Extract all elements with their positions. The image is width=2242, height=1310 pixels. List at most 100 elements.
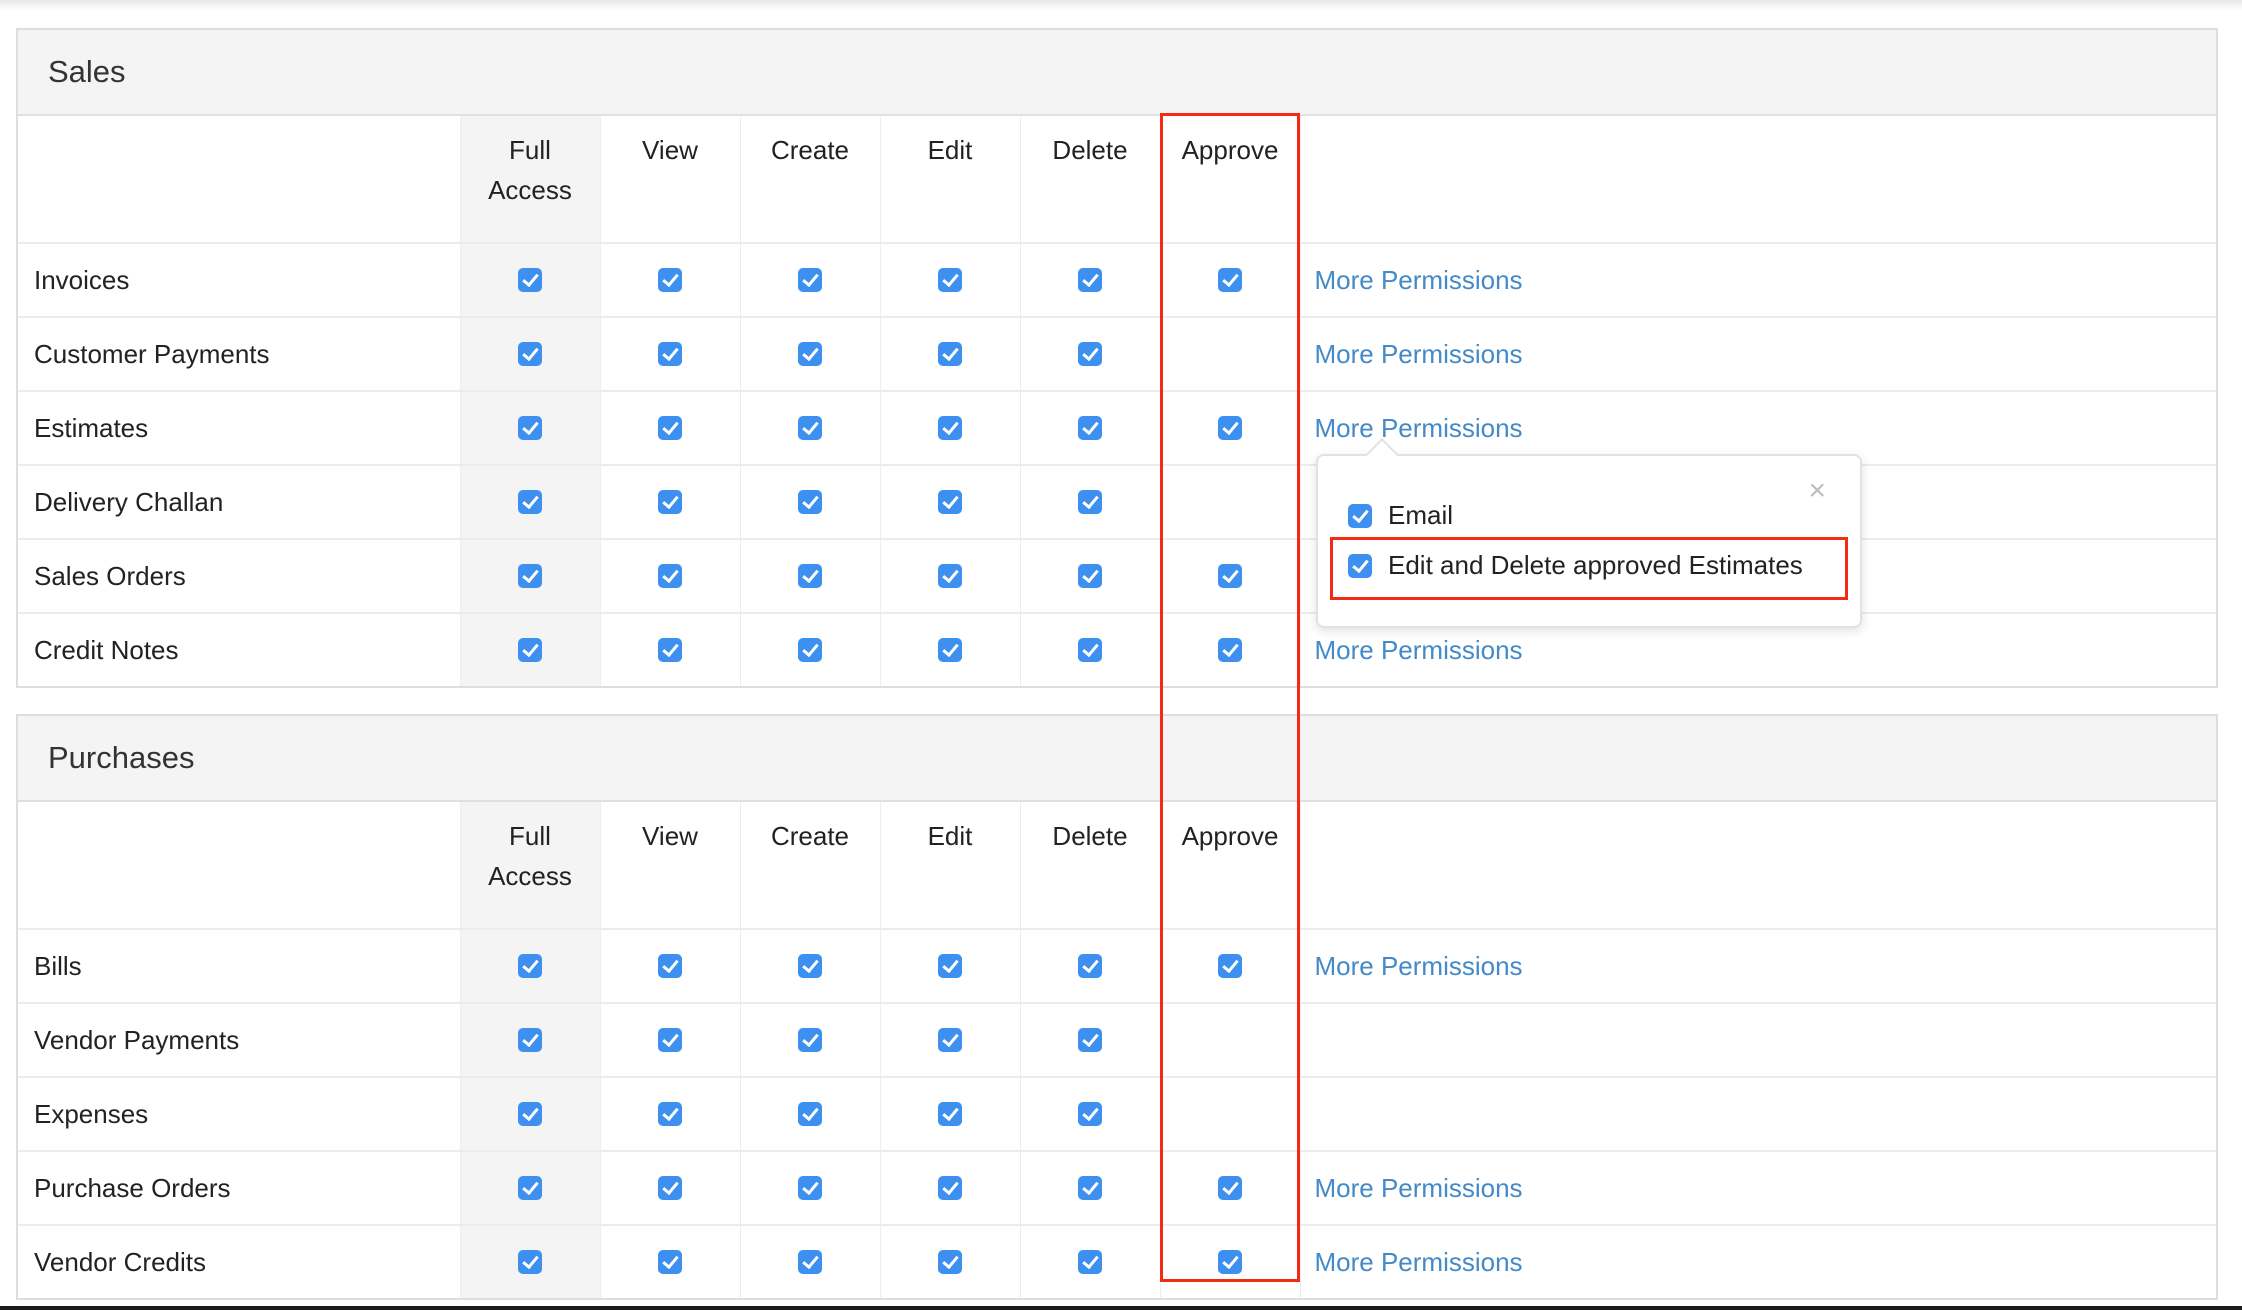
checkbox-edit[interactable] bbox=[938, 564, 962, 588]
cell-view bbox=[599, 928, 740, 1003]
checkbox-create[interactable] bbox=[798, 1176, 822, 1200]
more-permissions-link[interactable]: More Permissions bbox=[1315, 339, 1523, 369]
checkbox-edit[interactable] bbox=[938, 490, 962, 514]
row-label: Estimates bbox=[18, 390, 460, 465]
checkbox-full[interactable] bbox=[518, 1028, 542, 1052]
checkbox-view[interactable] bbox=[658, 954, 682, 978]
checkbox-view[interactable] bbox=[658, 638, 682, 662]
cell-approve bbox=[1159, 1224, 1300, 1298]
checkbox-view[interactable] bbox=[658, 1176, 682, 1200]
checkbox-delete[interactable] bbox=[1078, 638, 1102, 662]
checkbox-view[interactable] bbox=[658, 1250, 682, 1274]
cell-approve bbox=[1159, 1002, 1300, 1077]
desktop-background bbox=[0, 1306, 2242, 1310]
header-blank bbox=[18, 116, 460, 243]
checkbox-edit[interactable] bbox=[938, 638, 962, 662]
section-title: Sales bbox=[18, 30, 2216, 116]
checkbox-edit[interactable] bbox=[938, 1028, 962, 1052]
checkbox-create[interactable] bbox=[798, 638, 822, 662]
checkbox-approve[interactable] bbox=[1218, 1176, 1242, 1200]
cell-approve bbox=[1159, 1150, 1300, 1225]
more-permissions-link[interactable]: More Permissions bbox=[1315, 1247, 1523, 1277]
more-permissions-link[interactable]: More Permissions bbox=[1315, 635, 1523, 665]
checkbox-full[interactable] bbox=[518, 1102, 542, 1126]
checkbox-delete[interactable] bbox=[1078, 1250, 1102, 1274]
checkbox-view[interactable] bbox=[658, 1102, 682, 1126]
checkbox-full[interactable] bbox=[518, 1250, 542, 1274]
checkbox-delete[interactable] bbox=[1078, 416, 1102, 440]
cell-approve bbox=[1159, 928, 1300, 1003]
checkbox-full[interactable] bbox=[518, 268, 542, 292]
checkbox-create[interactable] bbox=[798, 416, 822, 440]
checkbox-edit[interactable] bbox=[938, 1250, 962, 1274]
checkbox-create[interactable] bbox=[798, 1028, 822, 1052]
cell-edit bbox=[879, 1002, 1020, 1077]
more-permissions-link[interactable]: More Permissions bbox=[1315, 951, 1523, 981]
checkbox-view[interactable] bbox=[658, 342, 682, 366]
checkbox-edit[interactable] bbox=[938, 1102, 962, 1126]
checkbox-edit[interactable] bbox=[938, 954, 962, 978]
checkbox-delete[interactable] bbox=[1078, 342, 1102, 366]
close-icon[interactable]: × bbox=[1808, 476, 1826, 506]
more-permissions-link[interactable]: More Permissions bbox=[1315, 265, 1523, 295]
more-permissions-link[interactable]: More Permissions bbox=[1315, 413, 1523, 443]
checkbox-approve[interactable] bbox=[1218, 954, 1242, 978]
table-row: Customer Payments More Permissions bbox=[18, 316, 2216, 391]
checkbox-view[interactable] bbox=[658, 564, 682, 588]
checkbox-approve[interactable] bbox=[1218, 268, 1242, 292]
checkbox-edit[interactable] bbox=[938, 1176, 962, 1200]
checkbox-create[interactable] bbox=[798, 490, 822, 514]
checkbox-delete[interactable] bbox=[1078, 954, 1102, 978]
checkbox-full[interactable] bbox=[518, 342, 542, 366]
row-label: Purchase Orders bbox=[18, 1150, 460, 1225]
cell-approve bbox=[1159, 390, 1300, 465]
checkbox-create[interactable] bbox=[798, 342, 822, 366]
checkbox-full[interactable] bbox=[518, 564, 542, 588]
more-permissions-link[interactable]: More Permissions bbox=[1315, 1173, 1523, 1203]
cell-edit bbox=[879, 1150, 1020, 1225]
checkbox-checked-icon[interactable] bbox=[1348, 553, 1372, 578]
cell-view bbox=[599, 316, 740, 391]
checkbox-approve[interactable] bbox=[1218, 416, 1242, 440]
table-row: Expenses bbox=[18, 1076, 2216, 1151]
checkbox-approve[interactable] bbox=[1218, 1250, 1242, 1274]
checkbox-view[interactable] bbox=[658, 268, 682, 292]
cell-edit bbox=[879, 1076, 1020, 1151]
checkbox-approve[interactable] bbox=[1218, 564, 1242, 588]
checkbox-delete[interactable] bbox=[1078, 1176, 1102, 1200]
checkbox-full[interactable] bbox=[518, 638, 542, 662]
checkbox-checked-icon[interactable] bbox=[1348, 503, 1372, 528]
checkbox-view[interactable] bbox=[658, 1028, 682, 1052]
cell-full bbox=[459, 612, 600, 686]
checkbox-full[interactable] bbox=[518, 416, 542, 440]
checkbox-delete[interactable] bbox=[1078, 564, 1102, 588]
checkbox-delete[interactable] bbox=[1078, 1102, 1102, 1126]
checkbox-view[interactable] bbox=[658, 416, 682, 440]
checkbox-edit[interactable] bbox=[938, 342, 962, 366]
checkbox-edit[interactable] bbox=[938, 268, 962, 292]
cell-view bbox=[599, 1150, 740, 1225]
checkbox-create[interactable] bbox=[798, 1102, 822, 1126]
checkbox-edit[interactable] bbox=[938, 416, 962, 440]
popover-option-email[interactable]: Email bbox=[1348, 500, 1453, 531]
checkbox-view[interactable] bbox=[658, 490, 682, 514]
cell-full bbox=[459, 464, 600, 539]
checkbox-full[interactable] bbox=[518, 1176, 542, 1200]
checkbox-create[interactable] bbox=[798, 1250, 822, 1274]
checkbox-approve[interactable] bbox=[1218, 638, 1242, 662]
checkbox-create[interactable] bbox=[798, 954, 822, 978]
checkbox-delete[interactable] bbox=[1078, 268, 1102, 292]
checkbox-create[interactable] bbox=[798, 564, 822, 588]
cell-edit bbox=[879, 538, 1020, 613]
checkbox-delete[interactable] bbox=[1078, 1028, 1102, 1052]
checkbox-create[interactable] bbox=[798, 268, 822, 292]
checkbox-full[interactable] bbox=[518, 490, 542, 514]
checkbox-delete[interactable] bbox=[1078, 490, 1102, 514]
popover-option-edit-delete-approved[interactable]: Edit and Delete approved Estimates bbox=[1348, 550, 1803, 581]
checkbox-full[interactable] bbox=[518, 954, 542, 978]
row-label: Vendor Credits bbox=[18, 1224, 460, 1298]
cell-create bbox=[739, 242, 880, 317]
cell-full bbox=[459, 538, 600, 613]
header-view: View bbox=[599, 802, 740, 929]
table-row: Bills More Permissions bbox=[18, 928, 2216, 1003]
